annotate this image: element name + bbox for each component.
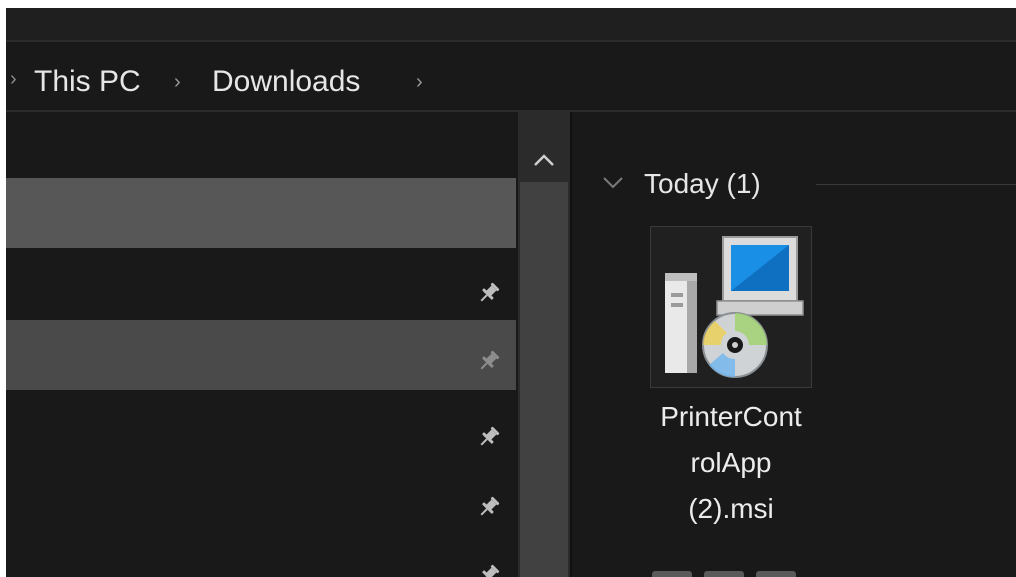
breadcrumb-downloads[interactable]: Downloads	[212, 64, 360, 100]
breadcrumb-lead-chevron-icon[interactable]: ›	[10, 68, 17, 91]
nav-item[interactable]	[6, 320, 516, 390]
group-header-today[interactable]: Today (1)	[644, 166, 761, 202]
pin-icon	[480, 426, 500, 446]
pin-icon	[480, 564, 500, 577]
address-bar[interactable]: › This PC › Downloads ›	[6, 52, 1016, 110]
file-name-line: (2).msi	[688, 493, 774, 524]
nav-item[interactable]	[6, 178, 516, 248]
file-name-line: PrinterCont	[660, 401, 802, 432]
nav-item[interactable]	[6, 390, 516, 460]
file-name-line: rolApp	[690, 447, 772, 478]
group-header-line	[816, 184, 1016, 185]
file-explorer-window: › This PC › Downloads › Today (1) Printe…	[6, 8, 1016, 577]
nav-item[interactable]	[6, 460, 516, 530]
breadcrumb-chevron-icon[interactable]: ›	[416, 68, 423, 96]
title-text-fragment	[576, 8, 600, 14]
scroll-thumb[interactable]	[520, 182, 568, 577]
group-collapse-chevron-icon[interactable]	[602, 176, 624, 190]
nav-item[interactable]	[6, 530, 516, 577]
file-item[interactable]	[650, 226, 812, 388]
breadcrumb-this-pc[interactable]: This PC	[34, 64, 141, 100]
breadcrumb-chevron-icon[interactable]: ›	[174, 68, 181, 96]
content-pane: Today (1) PrinterCont rolApp (2).msi	[572, 112, 1016, 577]
title-separator	[6, 40, 1016, 42]
file-name[interactable]: PrinterCont rolApp (2).msi	[634, 394, 828, 532]
title-bar	[6, 8, 1016, 40]
nav-scrollbar[interactable]	[518, 112, 570, 577]
scroll-up-chevron-icon[interactable]	[532, 152, 556, 168]
next-group-header-fragment	[652, 568, 812, 577]
pin-icon	[480, 496, 500, 516]
nav-item[interactable]	[6, 250, 516, 320]
pin-icon	[480, 282, 500, 302]
msi-installer-icon	[665, 236, 804, 378]
navigation-pane	[6, 112, 518, 577]
pin-icon	[480, 350, 500, 370]
